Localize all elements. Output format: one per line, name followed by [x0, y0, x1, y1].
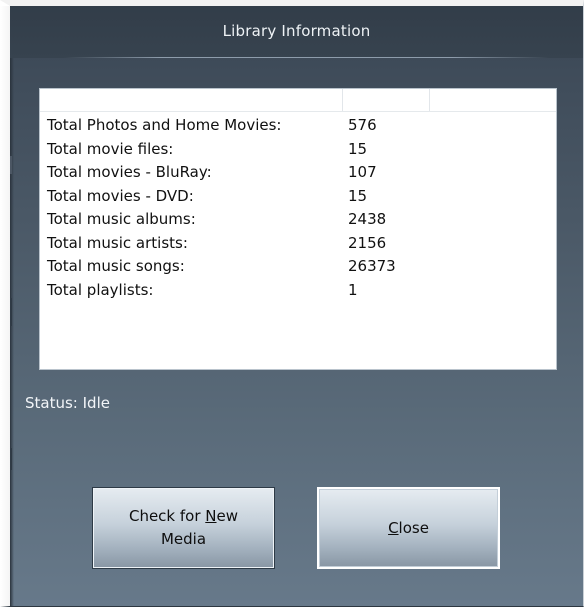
- check-label-part: Check for: [128, 507, 206, 525]
- stats-rows: Total Photos and Home Movies: 576 Total …: [47, 116, 556, 304]
- library-stats-list[interactable]: Total Photos and Home Movies: 576 Total …: [39, 88, 557, 370]
- list-item: Total movies - BluRay: 107: [47, 163, 556, 187]
- stat-value: 15: [348, 139, 368, 158]
- list-item: Total music artists: 2156: [47, 234, 556, 258]
- stat-label: Total Photos and Home Movies:: [47, 116, 282, 134]
- list-item: Total music albums: 2438: [47, 210, 556, 234]
- stat-label: Total music albums:: [47, 210, 196, 228]
- list-item: Total music songs: 26373: [47, 257, 556, 281]
- dialog-title: Library Information: [222, 22, 371, 40]
- close-button[interactable]: Close: [317, 487, 500, 569]
- library-information-dialog: Library Information Total Photos and Hom…: [0, 0, 584, 607]
- stat-value: 15: [348, 186, 368, 205]
- list-item: Total Photos and Home Movies: 576: [47, 116, 556, 140]
- stat-value: 2156: [348, 233, 387, 252]
- edge-marker: [10, 156, 12, 174]
- stat-value: 576: [348, 116, 377, 134]
- check-label-part: ew: [216, 507, 239, 525]
- list-item: Total movies - DVD: 15: [47, 187, 556, 211]
- stat-value: 1: [348, 280, 358, 299]
- stat-label: Total movies - BluRay:: [47, 163, 212, 181]
- list-item: Total playlists: 1: [47, 281, 556, 305]
- stat-label: Total music songs:: [47, 257, 185, 275]
- close-button-label: Close: [388, 517, 429, 540]
- list-item: Total movie files: 15: [47, 140, 556, 164]
- column-separator[interactable]: [342, 89, 343, 111]
- check-button-label: Check for New Media: [129, 505, 238, 551]
- close-label-mnemonic: C: [388, 518, 399, 537]
- title-bar: Library Information: [10, 6, 583, 58]
- stat-label: Total movies - DVD:: [47, 186, 194, 205]
- list-column-header: [40, 89, 556, 112]
- stat-label: Total playlists:: [47, 280, 154, 299]
- stat-value: 107: [348, 163, 377, 181]
- close-label-part: lose: [398, 518, 429, 537]
- check-label-line2: Media: [160, 530, 207, 548]
- check-label-mnemonic: N: [205, 507, 217, 525]
- stat-value: 26373: [348, 257, 396, 275]
- status-text: Status: Idle: [25, 394, 110, 412]
- title-divider: [64, 57, 549, 58]
- stat-value: 2438: [348, 210, 387, 228]
- stat-label: Total music artists:: [47, 233, 188, 252]
- check-for-new-media-button[interactable]: Check for New Media: [92, 487, 275, 569]
- edge-marker: [10, 448, 12, 470]
- column-separator[interactable]: [429, 89, 430, 111]
- stat-label: Total movie files:: [47, 139, 174, 158]
- edge-marker: [10, 298, 12, 326]
